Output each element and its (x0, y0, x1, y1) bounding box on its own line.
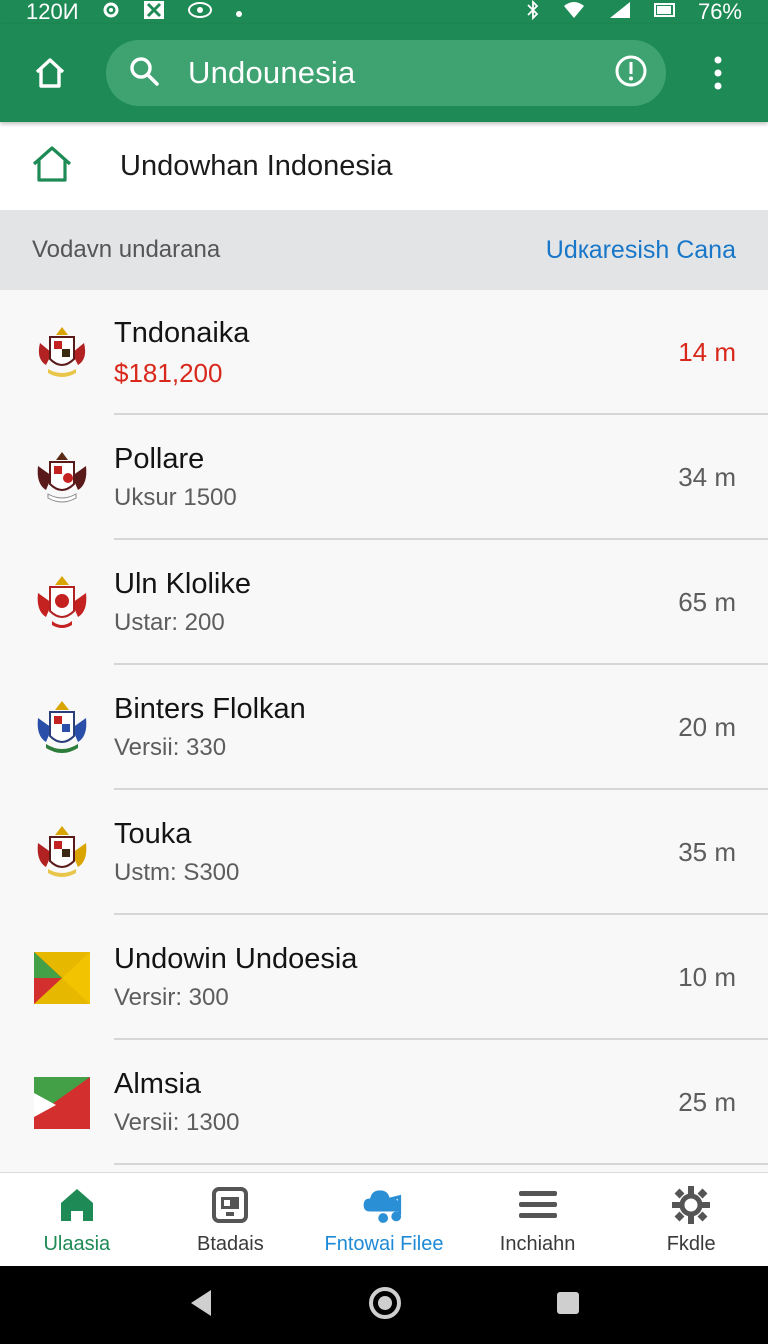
home-circle-icon[interactable] (368, 1286, 402, 1325)
item-texts: Tndonaika $181,200 (114, 317, 678, 389)
coat-of-arms-icon (32, 823, 92, 883)
item-texts: Binters Flolkan Versii: 330 (114, 693, 678, 762)
list-item[interactable]: Binters Flolkan Versii: 330 20 m (0, 665, 768, 790)
item-subtitle: Uksur 1500 (114, 484, 237, 511)
item-texts: Undowin Undoesia Versir: 300 (114, 943, 678, 1012)
item-subtitle: Versir: 300 (114, 984, 229, 1011)
item-subtitle: Ustar: 200 (114, 609, 225, 636)
item-distance: 14 m (678, 337, 736, 367)
flag-tiles-icon (32, 948, 92, 1008)
bluetooth-icon (526, 0, 540, 24)
signal-icon (608, 0, 632, 24)
home-filled-icon (55, 1183, 99, 1227)
list-item[interactable]: Tndonaika $181,200 14 m (0, 290, 768, 415)
item-distance: 20 m (678, 712, 736, 742)
results-list: Tndonaika $181,200 14 m Pollare Uksur 15… (0, 290, 768, 1172)
item-texts: Touka Ustm: S300 (114, 818, 678, 887)
tab-label: Fkdle (666, 1233, 716, 1255)
item-title: Uln Klolike (114, 568, 251, 600)
search-bar[interactable]: Undounesia (106, 40, 666, 106)
home-row-label: Undowhan Indonesia (120, 149, 393, 182)
item-texts: Pollare Uksur 1500 (114, 443, 678, 512)
recents-icon[interactable] (555, 1290, 581, 1321)
coat-of-arms-icon (32, 698, 92, 758)
dot-icon (235, 2, 243, 22)
list-item[interactable]: Almsia Versii: 1300 25 m (0, 1040, 768, 1165)
wifi-icon (562, 0, 586, 24)
back-icon[interactable] (187, 1288, 215, 1323)
settings-icon (101, 0, 121, 24)
gear-icon (669, 1183, 713, 1227)
item-distance: 25 m (678, 1087, 736, 1117)
cloud-music-icon (362, 1183, 406, 1227)
section-action-link[interactable]: Udкaresish Cana (546, 236, 736, 265)
info-icon[interactable] (614, 54, 648, 93)
search-input[interactable]: Undounesia (188, 55, 614, 91)
home-icon[interactable] (22, 45, 78, 101)
item-title: Almsia (114, 1068, 202, 1100)
search-icon[interactable] (128, 55, 160, 92)
item-subtitle: Ustm: S300 (114, 859, 240, 886)
coat-of-arms-icon (32, 448, 92, 508)
section-title: Vodavn undarana (32, 236, 221, 263)
item-texts: Almsia Versii: 1300 (114, 1068, 678, 1137)
home-row[interactable]: Undowhan Indonesia (0, 122, 768, 210)
tab-home[interactable]: Ulaasia (0, 1173, 154, 1266)
document-icon (208, 1183, 252, 1227)
coat-of-arms-icon (32, 573, 92, 633)
item-title: Binters Flolkan (114, 693, 306, 725)
item-subtitle: Versii: 1300 (114, 1109, 240, 1136)
item-distance: 10 m (678, 962, 736, 992)
tab-documents[interactable]: Btadais (154, 1173, 308, 1266)
list-item[interactable]: Touka Ustm: S300 35 m (0, 790, 768, 915)
item-texts: Uln Klolike Ustar: 200 (114, 568, 678, 637)
item-title: Undowin Undoesia (114, 943, 358, 975)
menu-icon (516, 1183, 560, 1227)
battery-icon (653, 0, 676, 24)
tab-files[interactable]: Fntowai Filee (307, 1173, 461, 1266)
system-nav-bar (0, 1266, 768, 1344)
tab-label: Inchiahn (499, 1233, 576, 1255)
bottom-nav: Ulaasia Btadais Fntowai Filee Inchiahn F… (0, 1172, 768, 1266)
item-distance: 34 m (678, 462, 736, 492)
item-title: Touka (114, 818, 192, 850)
item-subtitle: Versii: 330 (114, 734, 227, 761)
home-outline-icon (30, 144, 74, 189)
more-vert-icon[interactable] (690, 45, 746, 101)
item-title: Tndonaika (114, 316, 250, 349)
status-left: 120И (26, 0, 243, 25)
list-item[interactable]: Uln Klolike Ustar: 200 65 m (0, 540, 768, 665)
eye-icon (187, 0, 213, 24)
list-item[interactable]: Pollare Uksur 1500 34 m (0, 415, 768, 540)
item-distance: 65 m (678, 587, 736, 617)
flag-triangle-icon (32, 1073, 92, 1133)
list-item[interactable]: Undowin Undoesia Versir: 300 10 m (0, 915, 768, 1040)
section-header: Vodavn undarana Udкaresish Cana (0, 210, 768, 290)
coat-of-arms-icon (32, 323, 92, 383)
app-bar: Undounesia (0, 24, 768, 122)
battery-percent: 76% (697, 0, 742, 24)
tab-label: Btadais (197, 1233, 264, 1255)
tab-menu[interactable]: Inchiahn (461, 1173, 615, 1266)
status-right: 76% (526, 0, 742, 25)
status-bar: 120И 76% (0, 0, 768, 24)
item-price: $181,200 (114, 357, 223, 388)
tab-settings[interactable]: Fkdle (614, 1173, 768, 1266)
app-icon (143, 0, 165, 24)
item-title: Pollare (114, 443, 205, 475)
status-time: 120И (26, 0, 79, 24)
item-distance: 35 m (678, 837, 736, 867)
tab-label: Fntowai Filee (324, 1233, 444, 1255)
tab-label: Ulaasia (43, 1233, 111, 1255)
